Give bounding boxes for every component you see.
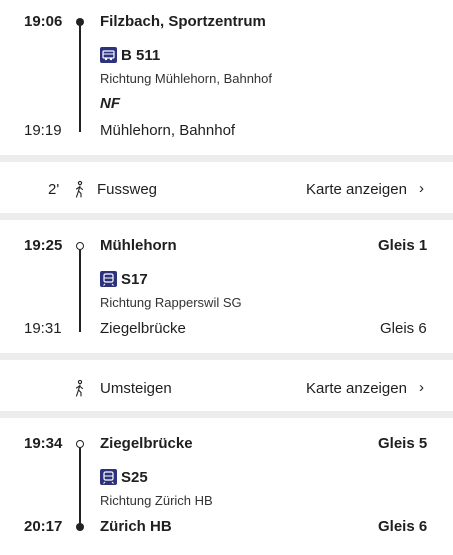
direction-text: Richtung Mühlehorn, Bahnhof	[100, 71, 273, 86]
direction-text: Richtung Rapperswil SG	[100, 295, 242, 310]
route-line	[79, 448, 81, 526]
departure-platform: Gleis 5	[378, 435, 428, 452]
departure-time: 19:34	[24, 435, 63, 452]
line-number: S25	[121, 469, 148, 486]
separator	[0, 353, 453, 360]
departure-time: 19:06	[24, 13, 63, 30]
departure-stop: Filzbach, Sportzentrum	[100, 13, 266, 30]
stop-dot	[76, 523, 84, 531]
arrival-platform: Gleis 6	[380, 320, 427, 337]
route-line	[79, 22, 81, 132]
walking-person-icon	[72, 379, 86, 402]
line-number: S17	[121, 271, 148, 288]
show-map-link[interactable]: Karte anzeigen	[306, 181, 407, 198]
separator	[0, 411, 453, 418]
separator	[0, 213, 453, 220]
arrival-time: 20:17	[24, 518, 63, 535]
direction-text: Richtung Zürich HB	[100, 493, 213, 508]
stop-ring	[76, 242, 84, 250]
departure-time: 19:25	[24, 237, 63, 254]
bus-icon	[100, 47, 117, 63]
line-number: B 511	[121, 47, 161, 64]
route-line	[79, 250, 81, 332]
transfer-label: Umsteigen	[100, 380, 172, 397]
show-map-link[interactable]: Karte anzeigen	[306, 380, 407, 397]
walking-person-icon	[72, 180, 86, 203]
arrival-time: 19:31	[24, 320, 62, 337]
departure-stop: Mühlehorn	[100, 237, 177, 254]
separator	[0, 155, 453, 162]
stop-ring	[76, 440, 84, 448]
train-icon	[100, 271, 117, 287]
departure-platform: Gleis 1	[378, 237, 428, 254]
chevron-right-icon[interactable]: ›	[419, 379, 424, 396]
train-icon	[100, 469, 117, 485]
arrival-stop: Zürich HB	[100, 518, 172, 535]
service-note: NF	[100, 95, 120, 112]
walk-duration: 2'	[48, 181, 60, 198]
chevron-right-icon[interactable]: ›	[419, 180, 424, 197]
arrival-stop: Mühlehorn, Bahnhof	[100, 122, 236, 139]
arrival-time: 19:19	[24, 122, 62, 139]
departure-stop: Ziegelbrücke	[100, 435, 193, 452]
walk-label: Fussweg	[97, 181, 158, 198]
arrival-platform: Gleis 6	[378, 518, 428, 535]
arrival-stop: Ziegelbrücke	[100, 320, 186, 337]
